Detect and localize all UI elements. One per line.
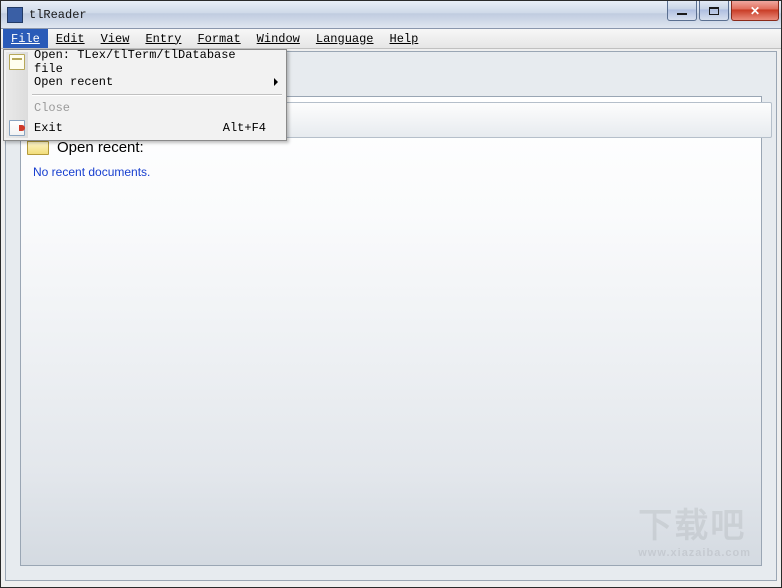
menu-file[interactable]: File <box>3 29 48 48</box>
submenu-arrow-icon <box>274 78 278 86</box>
no-recent-text: No recent documents. <box>33 165 761 179</box>
minimize-button[interactable] <box>667 1 697 21</box>
titlebar[interactable]: tlReader ✕ <box>1 1 781 29</box>
file-dropdown: Open: TLex/tlTerm/tlDatabase file Open r… <box>3 49 287 141</box>
maximize-button[interactable] <box>699 1 729 21</box>
file-menu-exit[interactable]: Exit Alt+F4 <box>6 118 284 138</box>
maximize-icon <box>709 7 719 15</box>
window-controls: ✕ <box>667 1 779 21</box>
file-menu-open[interactable]: Open: TLex/tlTerm/tlDatabase file <box>6 52 284 72</box>
menubar: File Edit View Entry Format Window Langu… <box>1 29 781 49</box>
exit-icon <box>9 120 25 136</box>
menu-help[interactable]: Help <box>382 29 427 48</box>
app-window: tlReader ✕ File Edit View Entry Format W… <box>0 0 782 588</box>
file-menu-open-recent[interactable]: Open recent <box>6 72 284 92</box>
file-menu-close: Close <box>6 98 284 118</box>
menu-view[interactable]: View <box>93 29 138 48</box>
window-title: tlReader <box>29 8 87 22</box>
close-icon: ✕ <box>750 4 760 18</box>
watermark: 下载吧 www.xiazaiba.com <box>638 498 751 559</box>
exit-shortcut: Alt+F4 <box>223 121 266 135</box>
menu-entry[interactable]: Entry <box>137 29 189 48</box>
menu-edit[interactable]: Edit <box>48 29 93 48</box>
menu-format[interactable]: Format <box>189 29 248 48</box>
content-panel: Open: TLex/tlTerm/tlDatabase file Open r… <box>20 96 762 566</box>
menu-separator <box>32 94 282 96</box>
minimize-icon <box>677 13 687 15</box>
open-file-icon <box>9 54 25 70</box>
menu-language[interactable]: Language <box>308 29 382 48</box>
close-button[interactable]: ✕ <box>731 1 779 21</box>
menu-window[interactable]: Window <box>249 29 308 48</box>
open-recent-label: Open recent: <box>57 139 144 156</box>
app-icon <box>7 7 23 23</box>
